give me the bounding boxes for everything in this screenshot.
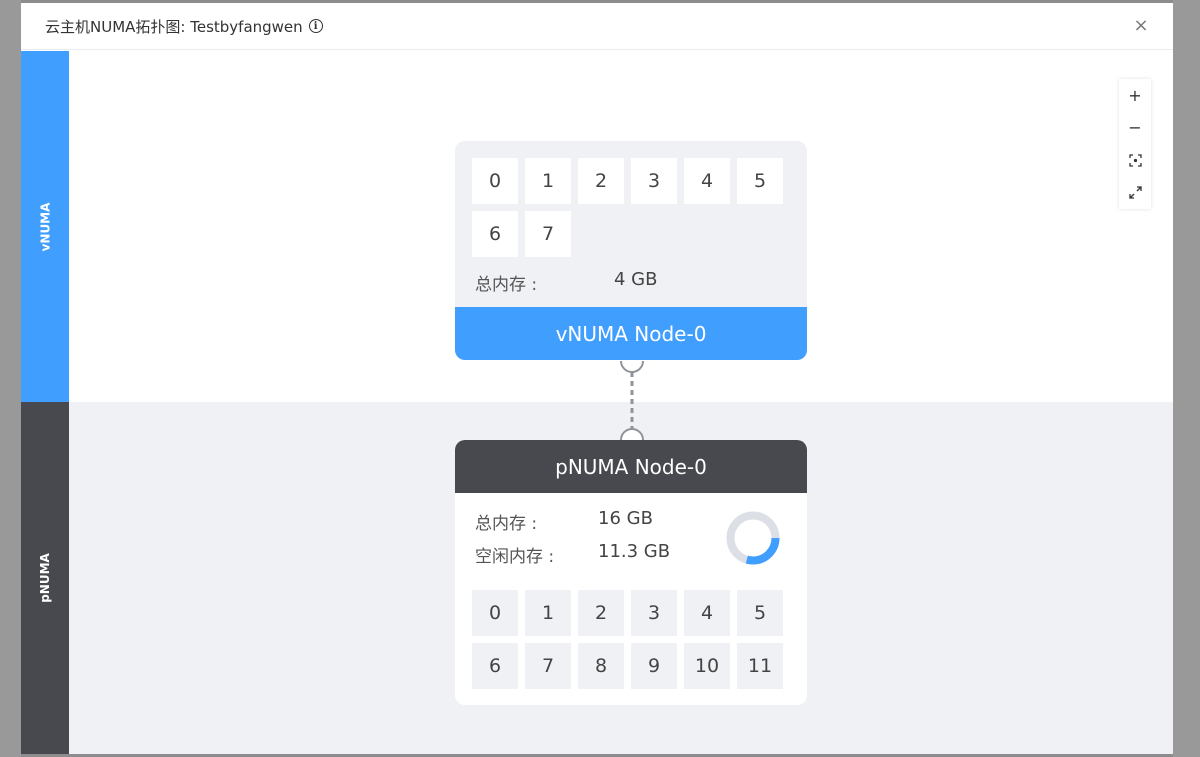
close-icon[interactable]: × [1131,15,1151,36]
pnuma-cpu-grid: 0 1 2 3 4 5 6 7 8 9 10 11 [472,590,783,689]
vnuma-mem-label: 总内存 : [475,275,538,295]
topology-canvas[interactable]: vNUMA pNUMA 0 1 2 3 4 5 6 7 总内存 : 4 GB v… [21,51,1173,754]
node-connector [620,360,644,441]
vnuma-cpu-grid: 0 1 2 3 4 5 6 7 [472,158,783,257]
pcpu-cell[interactable]: 5 [737,590,783,636]
vcpu-cell[interactable]: 1 [525,158,571,204]
zoom-out-icon[interactable]: − [1123,116,1147,140]
vcpu-cell[interactable]: 2 [578,158,624,204]
fullscreen-glyph [1128,186,1142,199]
pcpu-cell[interactable]: 7 [525,643,571,689]
backdrop-left [0,0,21,757]
pcpu-cell[interactable]: 9 [631,643,677,689]
zoom-toolbar: + − [1119,79,1151,209]
pcpu-cell[interactable]: 8 [578,643,624,689]
numa-topology-dialog: 云主机NUMA拓扑图: Testbyfangwen i × vNUMA pNUM… [21,3,1173,754]
vnuma-mem-value: 4 GB [614,269,658,290]
dialog-header: 云主机NUMA拓扑图: Testbyfangwen i × [21,3,1173,50]
backdrop-right [1173,0,1200,757]
dialog-title: 云主机NUMA拓扑图: Testbyfangwen [45,17,303,36]
vnuma-lane-text: vNUMA [38,202,52,251]
pcpu-cell[interactable]: 1 [525,590,571,636]
pnuma-total-mem-label: 总内存 : [475,514,538,534]
fullscreen-icon[interactable] [1123,181,1147,205]
pnuma-node[interactable]: pNUMA Node-0 总内存 : 16 GB 空闲内存 : 11.3 GB … [455,440,807,705]
connector-end-bottom [620,428,644,441]
pcpu-cell[interactable]: 2 [578,590,624,636]
pcpu-cell[interactable]: 3 [631,590,677,636]
vcpu-cell[interactable]: 3 [631,158,677,204]
vnuma-node-title: vNUMA Node-0 [455,307,807,360]
vnuma-lane-label: vNUMA [21,51,69,402]
vcpu-cell[interactable]: 0 [472,158,518,204]
zoom-in-icon[interactable]: + [1123,83,1147,107]
pcpu-cell[interactable]: 11 [737,643,783,689]
pnuma-lane-label: pNUMA [21,402,69,754]
pcpu-cell[interactable]: 4 [684,590,730,636]
vcpu-cell[interactable]: 4 [684,158,730,204]
memory-usage-ring [726,511,780,565]
fit-view-glyph [1128,154,1142,167]
pcpu-cell[interactable]: 10 [684,643,730,689]
pcpu-cell[interactable]: 6 [472,643,518,689]
pcpu-cell[interactable]: 0 [472,590,518,636]
vnuma-node[interactable]: 0 1 2 3 4 5 6 7 总内存 : 4 GB vNUMA Node-0 [455,141,807,360]
pnuma-free-mem-value: 11.3 GB [598,541,671,562]
pnuma-total-mem-value: 16 GB [598,508,653,529]
fit-view-icon[interactable] [1123,148,1147,172]
info-icon[interactable]: i [308,19,323,33]
pnuma-free-mem-label: 空闲内存 : [475,547,555,567]
connector-end-top [620,360,644,373]
pnuma-node-title: pNUMA Node-0 [455,440,807,493]
pnuma-lane-text: pNUMA [38,553,53,603]
vcpu-cell[interactable]: 6 [472,211,518,257]
vcpu-cell[interactable]: 7 [525,211,571,257]
vcpu-cell[interactable]: 5 [737,158,783,204]
